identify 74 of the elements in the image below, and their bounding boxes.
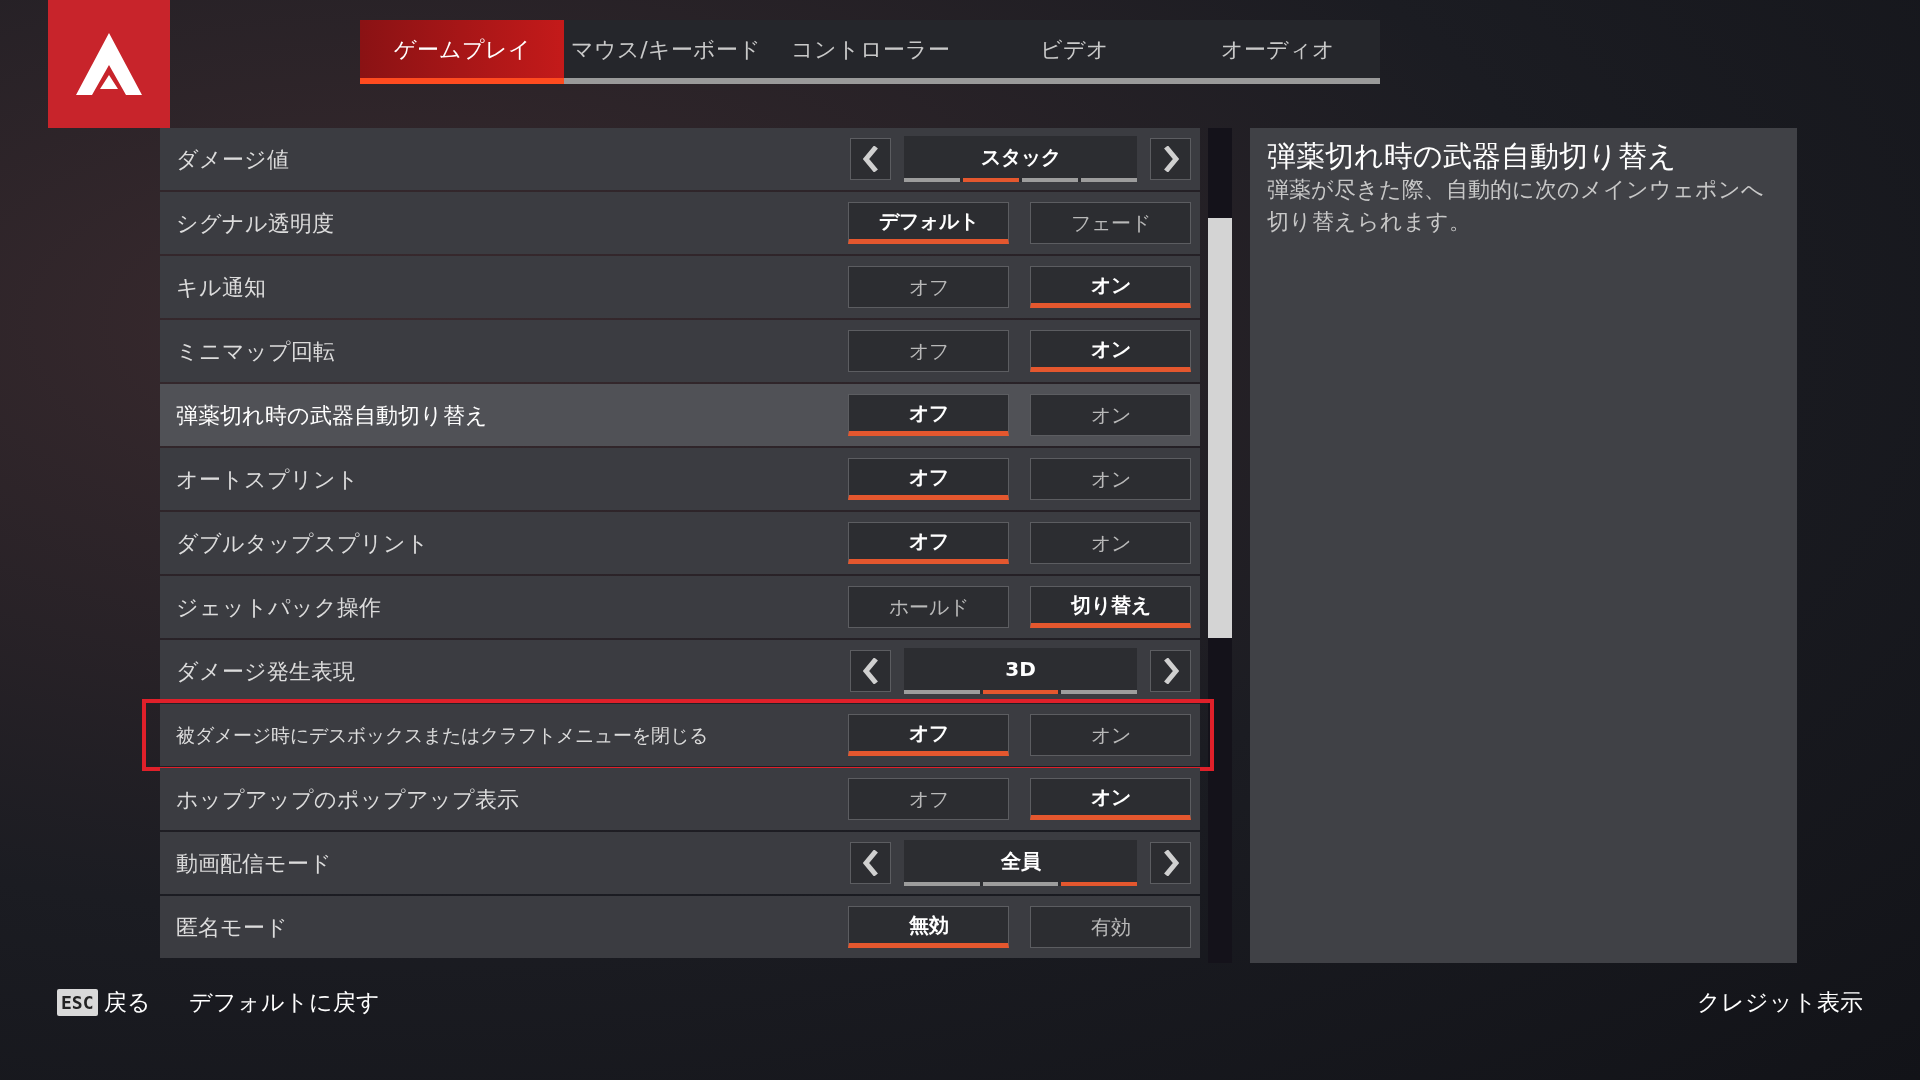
setting-row[interactable]: 弾薬切れ時の武器自動切り替え オフ オン	[160, 384, 1200, 446]
setting-row[interactable]: 被ダメージ時にデスボックスまたはクラフトメニューを閉じる オフ オン	[160, 704, 1200, 766]
description-title: 弾薬切れ時の武器自動切り替え	[1267, 138, 1678, 174]
setting-row[interactable]: キル通知 オフ オン	[160, 256, 1200, 318]
selected-value: 全員	[999, 848, 1042, 875]
previous-button[interactable]	[850, 842, 891, 884]
option-button[interactable]: フェード	[1030, 202, 1191, 244]
chevron-right-icon	[1162, 850, 1179, 876]
previous-button[interactable]	[850, 650, 891, 692]
reset-button[interactable]: デフォルトに戻す	[188, 985, 380, 1020]
next-button[interactable]	[1150, 842, 1191, 884]
back-button[interactable]: 戻る	[103, 985, 151, 1020]
scrollbar-thumb[interactable]	[1208, 218, 1232, 638]
previous-button[interactable]	[850, 138, 891, 180]
chevron-left-icon	[862, 658, 879, 684]
chevron-left-icon	[862, 850, 879, 876]
setting-label: 動画配信モード	[175, 849, 333, 878]
description-text: 弾薬が尽きた際、自動的に次のメインウェポンへ切り替えられます。	[1267, 176, 1765, 236]
esc-key: ESC	[57, 988, 98, 1016]
option-button[interactable]: オフ	[848, 522, 1009, 564]
option-button[interactable]: オン	[1030, 266, 1191, 308]
option-button[interactable]: オン	[1030, 714, 1191, 756]
chevron-right-icon	[1162, 658, 1179, 684]
tab[interactable]: コントローラー	[768, 20, 972, 84]
setting-label: ジェットパック操作	[175, 593, 382, 622]
option-button[interactable]: デフォルト	[848, 202, 1009, 244]
option-button[interactable]: オン	[1030, 778, 1191, 820]
setting-row[interactable]: シグナル透明度 デフォルト フェード	[160, 192, 1200, 254]
next-button[interactable]	[1150, 650, 1191, 692]
setting-label: 匿名モード	[175, 913, 289, 942]
option-button[interactable]: オフ	[848, 778, 1009, 820]
selected-value: 3D	[1004, 656, 1037, 683]
setting-label: ホップアップのポップアップ表示	[175, 785, 520, 814]
setting-label: ダメージ発生表現	[175, 657, 356, 686]
option-button[interactable]: 有効	[1030, 906, 1191, 948]
option-button[interactable]: オフ	[848, 330, 1009, 372]
setting-label: ダブルタップスプリント	[175, 529, 430, 558]
chevron-left-icon	[862, 146, 879, 172]
credits-button[interactable]: クレジット表示	[1697, 985, 1863, 1020]
chevron-right-icon	[1162, 146, 1179, 172]
option-button[interactable]: ホールド	[848, 586, 1009, 628]
tab[interactable]: オーディオ	[1176, 20, 1380, 84]
setting-label: オートスプリント	[175, 465, 360, 494]
option-button[interactable]: オフ	[848, 714, 1009, 756]
setting-label: シグナル透明度	[175, 209, 335, 238]
setting-label: ミニマップ回転	[175, 337, 336, 366]
setting-label: キル通知	[175, 273, 267, 302]
option-button[interactable]: オン	[1030, 330, 1191, 372]
setting-row[interactable]: オートスプリント オフ オン	[160, 448, 1200, 510]
triangle-logo-icon	[74, 31, 144, 97]
option-button[interactable]: オン	[1030, 522, 1191, 564]
setting-label: 弾薬切れ時の武器自動切り替え	[175, 401, 489, 430]
tab[interactable]: ビデオ	[972, 20, 1176, 84]
setting-row[interactable]: 動画配信モード 全員	[160, 832, 1200, 894]
selected-value: スタック	[979, 144, 1062, 171]
option-button[interactable]: 切り替え	[1030, 586, 1191, 628]
setting-row[interactable]: ダブルタップスプリント オフ オン	[160, 512, 1200, 574]
next-button[interactable]	[1150, 138, 1191, 180]
setting-label: 被ダメージ時にデスボックスまたはクラフトメニューを閉じる	[175, 722, 709, 748]
setting-row[interactable]: ダメージ発生表現 3D	[160, 640, 1200, 702]
option-button[interactable]: オフ	[848, 458, 1009, 500]
option-button[interactable]: オフ	[848, 266, 1009, 308]
tab[interactable]: ゲームプレイ	[360, 20, 564, 84]
option-button[interactable]: オン	[1030, 394, 1191, 436]
setting-row[interactable]: ダメージ値 スタック	[160, 128, 1200, 190]
option-button[interactable]: オン	[1030, 458, 1191, 500]
setting-row[interactable]: 匿名モード 無効 有効	[160, 896, 1200, 958]
option-button[interactable]: オフ	[848, 394, 1009, 436]
setting-label: ダメージ値	[175, 145, 290, 174]
option-button[interactable]: 無効	[848, 906, 1009, 948]
tab[interactable]: マウス/キーボード	[564, 20, 768, 84]
setting-row[interactable]: ホップアップのポップアップ表示 オフ オン	[160, 768, 1200, 830]
setting-row[interactable]: ミニマップ回転 オフ オン	[160, 320, 1200, 382]
setting-row[interactable]: ジェットパック操作 ホールド 切り替え	[160, 576, 1200, 638]
